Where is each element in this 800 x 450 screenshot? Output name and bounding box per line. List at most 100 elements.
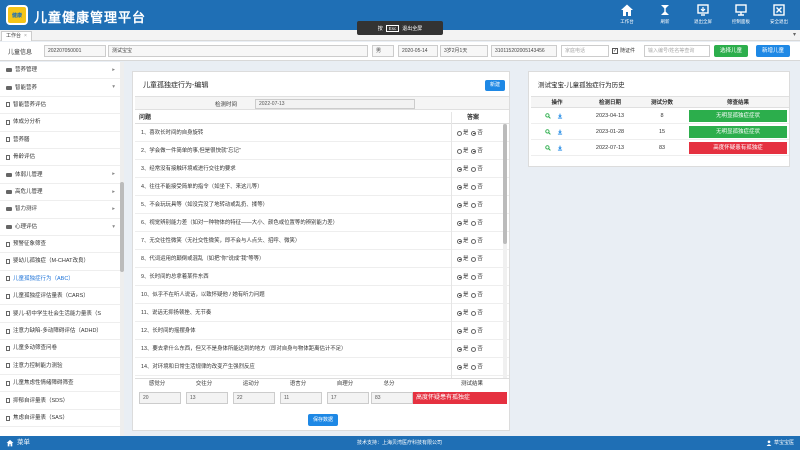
sidebar-item[interactable]: 儿童多动筛查问卷 [0,340,123,358]
control-panel-button[interactable]: 控制面板 [726,3,756,25]
answer-no-radio[interactable]: 否 [471,232,483,250]
answer-no-radio[interactable]: 否 [471,286,483,304]
answer-yes-radio[interactable]: 是 [457,196,468,214]
refresh-button[interactable]: 刷新 [650,3,680,25]
answer-yes-radio[interactable]: 是 [457,250,468,268]
answer-yes-radio[interactable]: 是 [457,322,468,340]
phone-field[interactable]: 家庭电话 [561,45,609,57]
answer-no-radio[interactable]: 否 [471,214,483,232]
test-date-input[interactable]: 2022-07-13 [255,99,415,109]
sidebar-item[interactable]: 骨龄评估 [0,149,123,167]
answer-no-label: 否 [477,256,483,262]
answer-no-radio[interactable]: 否 [471,340,483,358]
sidebar-item[interactable]: 营养膳 [0,132,123,149]
sidebar-item[interactable]: 高危儿管理 ▸ [0,184,123,202]
save-data-button[interactable]: 保存数据 [308,414,338,426]
sidebar-item[interactable]: 抑郁自评量表（SDS） [0,392,123,410]
answer-no-radio[interactable]: 否 [471,358,483,376]
sidebar-item[interactable]: 焦虑自评量表（SAS） [0,410,123,428]
answer-no-radio[interactable]: 否 [471,268,483,286]
answer-yes-radio[interactable]: 是 [457,214,468,232]
answer-column-header: 答案 [467,115,480,121]
search-icon[interactable] [545,145,551,151]
sidebar-item[interactable]: 婴儿-初中学生社会生活能力量表（S [0,305,123,323]
answer-yes-label: 是 [463,130,469,136]
sidebar-item[interactable]: 心理评估 ▾ [0,219,123,236]
answer-yes-radio[interactable]: 是 [457,286,468,304]
answer-yes-radio[interactable]: 是 [457,160,468,178]
answer-no-radio[interactable]: 否 [471,304,483,322]
patient-gender-field[interactable]: 男 [372,45,394,57]
answer-yes-radio[interactable]: 是 [457,304,468,322]
answer-yes-radio[interactable]: 是 [457,268,468,286]
question-scroll-thumb[interactable] [503,124,507,244]
logout-button[interactable]: 安全退出 [764,3,794,25]
radio-dot-icon [471,220,477,226]
answer-yes-radio[interactable]: 是 [457,124,468,142]
sidebar-item[interactable]: 智能营养 ▾ [0,79,123,97]
sidebar-item[interactable]: 智能营养评估 [0,97,123,115]
patient-id-field[interactable]: 202207050001 [44,45,106,57]
sidebar-item[interactable]: 预警征象筛查 [0,236,123,254]
exit-fullscreen-button[interactable]: 退出全屏 [688,3,718,25]
certificate-checkbox[interactable]: ✓ 随证件 [612,47,635,54]
tab-workbench[interactable]: 工作台 × [1,31,32,41]
answer-yes-label: 是 [463,328,469,334]
answer-no-radio[interactable]: 否 [471,196,483,214]
sidebar-scroll-thumb[interactable] [120,182,124,272]
sidebar-scrollbar[interactable] [120,62,124,436]
chevron-icon[interactable]: ▸ [112,184,115,200]
search-icon[interactable] [545,129,551,135]
chevron-icon[interactable]: ▾ [112,219,115,235]
sidebar-item[interactable]: 营养管理 ▸ [0,62,123,80]
answer-yes-radio[interactable]: 是 [457,142,468,160]
download-icon[interactable] [557,145,563,151]
answer-no-radio[interactable]: 否 [471,160,483,178]
id-card-field[interactable]: 310115202005143456 [491,45,557,57]
sidebar-item[interactable]: 婴幼儿孤独症（M-CHAT改良） [0,253,123,271]
add-child-button[interactable]: 新增儿童 [756,45,790,57]
chevron-icon[interactable]: ▾ [112,79,115,95]
answer-yes-label: 是 [463,202,469,208]
select-child-button[interactable]: 选择儿童 [714,45,748,57]
sidebar-item[interactable]: 体弱儿管理 ▸ [0,166,123,184]
sidebar-item[interactable]: 儿童孤独症评估量表（CARS） [0,288,123,306]
radio-dot-icon [471,256,477,262]
patient-search-input[interactable]: 输入编号/姓名等查询 [644,45,710,57]
current-user[interactable]: 草宝宝医 [766,436,794,450]
answer-no-radio[interactable]: 否 [471,124,483,142]
sidebar-item[interactable]: 儿童焦虑性情绪障碍筛查 [0,375,123,393]
radio-dot-icon [457,166,462,172]
birth-date-field[interactable]: 2020-05-14 [398,45,438,57]
question-scrollbar[interactable] [503,124,507,378]
answer-no-radio[interactable]: 否 [471,322,483,340]
chevron-icon[interactable]: ▸ [112,201,115,217]
home-button[interactable]: 工作台 [612,3,642,25]
sidebar-item[interactable]: 注意力控制能力测验 [0,358,123,376]
patient-name-field[interactable]: 测试宝宝 [108,45,368,57]
sidebar-item[interactable]: 儿童孤独症行为（ABC） [0,271,123,289]
footer-menu-button[interactable]: 菜单 [6,436,30,450]
answer-no-radio[interactable]: 否 [471,250,483,268]
age-field[interactable]: 3岁2月1天 [440,45,488,57]
new-record-button[interactable]: 新建 [485,80,505,91]
answer-no-radio[interactable]: 否 [471,142,483,160]
sidebar-item[interactable]: 体成分分析 [0,114,123,132]
history-row-actions [545,108,563,124]
search-icon[interactable] [545,113,551,119]
answer-yes-radio[interactable]: 是 [457,358,468,376]
sidebar-item-label: 智能营养 [15,84,38,91]
sidebar-item[interactable]: 智力测评 ▸ [0,201,123,219]
answer-yes-radio[interactable]: 是 [457,340,468,358]
chevron-icon[interactable]: ▸ [112,62,115,78]
tab-dropdown-icon[interactable]: ▾ [793,31,796,38]
question-row: 5、不会玩玩具等（如没完没了地转动或乱扔、揉等）是否 [135,196,509,214]
sidebar-item[interactable]: 注意力缺陷-多动障碍评估（ADHD） [0,323,123,341]
answer-yes-radio[interactable]: 是 [457,178,468,196]
download-icon[interactable] [557,113,563,119]
tab-close-icon[interactable]: × [24,33,27,39]
answer-no-radio[interactable]: 否 [471,178,483,196]
answer-yes-radio[interactable]: 是 [457,232,468,250]
chevron-icon[interactable]: ▸ [112,166,115,182]
download-icon[interactable] [557,129,563,135]
